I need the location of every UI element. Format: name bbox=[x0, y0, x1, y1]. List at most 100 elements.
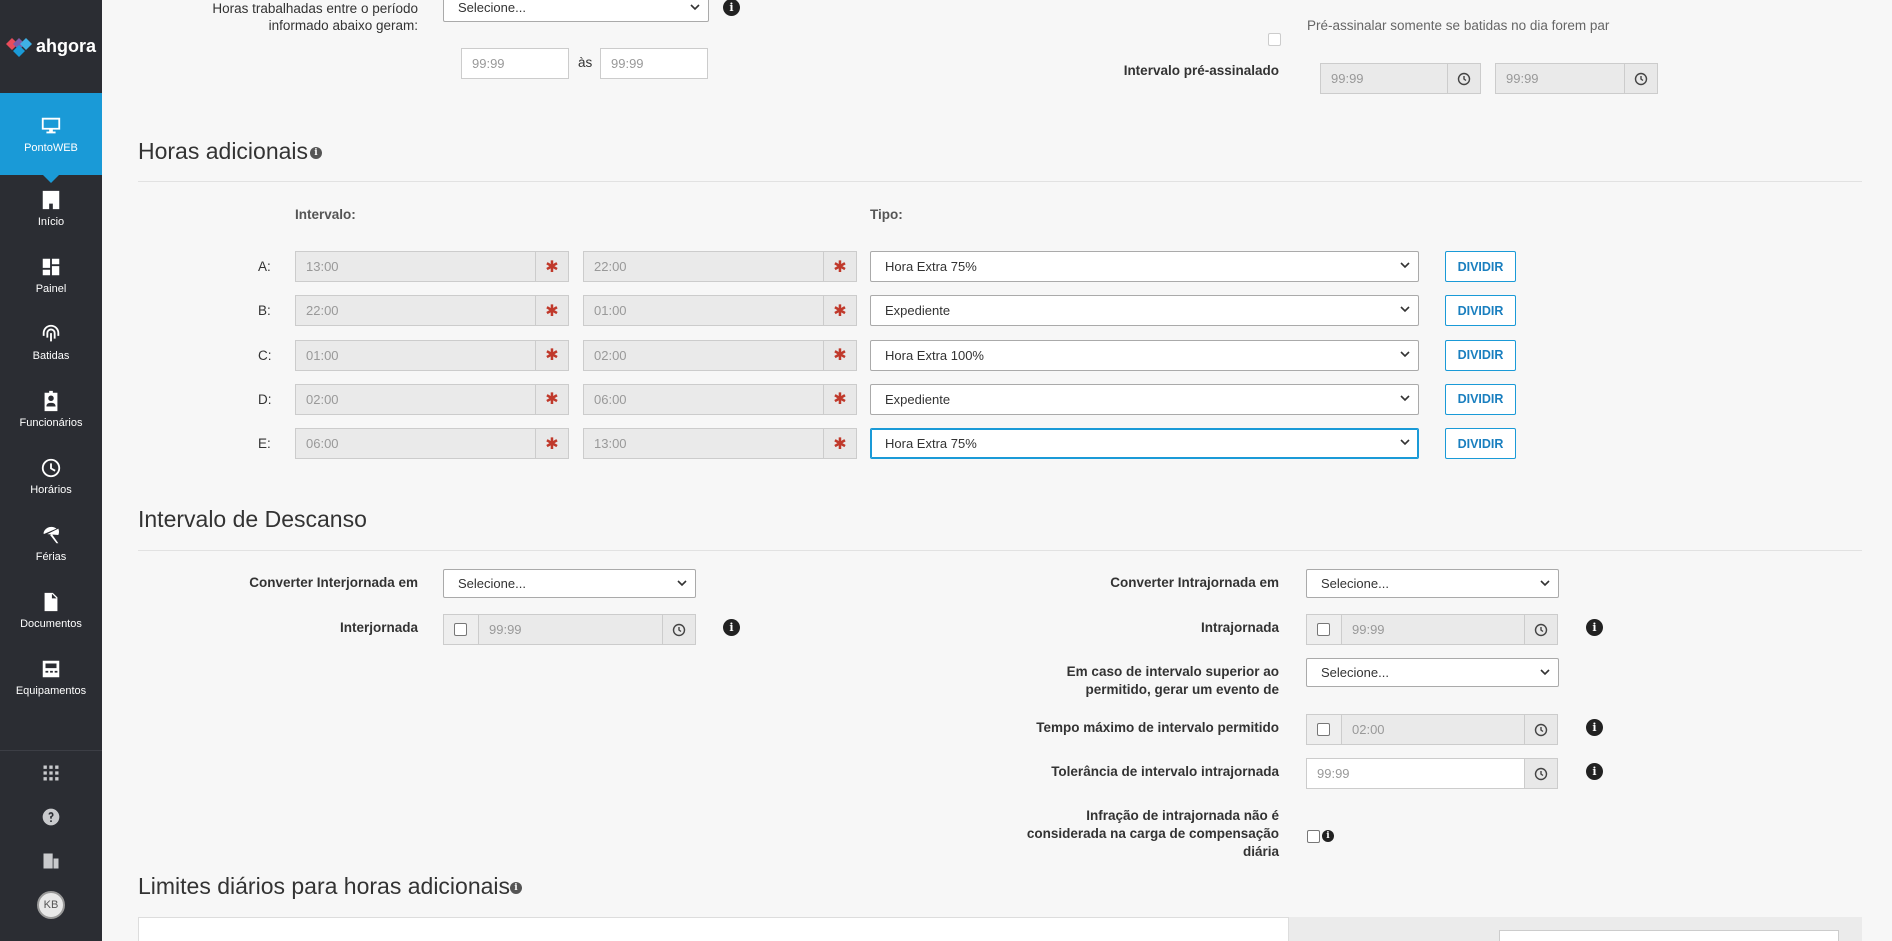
label-line: permitido, gerar um evento de bbox=[1085, 682, 1279, 697]
help-button[interactable] bbox=[0, 795, 102, 839]
info-icon[interactable]: i bbox=[723, 0, 740, 16]
presign-from-input[interactable]: 99:99 bbox=[1320, 63, 1448, 94]
interval-start-input[interactable]: 02:00 bbox=[295, 383, 536, 415]
info-icon[interactable]: i bbox=[1586, 619, 1603, 636]
tolerancia-clock[interactable] bbox=[1524, 758, 1558, 789]
tipo-select[interactable]: Hora Extra 75% bbox=[870, 428, 1419, 460]
sidebar-item-batidas[interactable]: Batidas bbox=[0, 309, 102, 376]
input-value: 22:00 bbox=[306, 303, 339, 319]
worked-from-input[interactable]: 99:99 bbox=[461, 48, 569, 79]
row-letter: D: bbox=[258, 391, 272, 407]
beach-umbrella-icon bbox=[43, 526, 59, 544]
interval-end-input[interactable]: 13:00 bbox=[583, 428, 824, 460]
sidebar-item-ferias[interactable]: Férias bbox=[0, 510, 102, 577]
clock-icon bbox=[1634, 72, 1648, 85]
dividir-button[interactable]: DIVIDIR bbox=[1445, 295, 1516, 327]
tipo-select[interactable]: Expediente bbox=[870, 295, 1419, 327]
dividir-button[interactable]: DIVIDIR bbox=[1445, 251, 1516, 282]
input-value: 06:00 bbox=[594, 391, 627, 407]
select-value: Hora Extra 75% bbox=[885, 436, 977, 452]
sidebar-item-label: Equipamentos bbox=[15, 685, 87, 697]
select-value: Selecione... bbox=[458, 576, 526, 591]
chevron-down-icon bbox=[1400, 262, 1410, 269]
interval-start-input[interactable]: 13:00 bbox=[295, 251, 536, 282]
info-icon[interactable]: i bbox=[723, 619, 740, 636]
info-icon[interactable]: i bbox=[1586, 719, 1603, 736]
select-value: Selecione... bbox=[1321, 665, 1389, 680]
sidebar-item-painel[interactable]: Painel bbox=[0, 242, 102, 309]
interval-end-input[interactable]: 22:00 bbox=[583, 251, 824, 282]
converter-intra-select[interactable]: Selecione... bbox=[1306, 569, 1559, 598]
tipo-select[interactable]: Hora Extra 75% bbox=[870, 251, 1419, 282]
row-letter: A: bbox=[258, 259, 271, 274]
sidebar-item-label: Funcionários bbox=[19, 417, 83, 429]
sidebar-item-label: Painel bbox=[35, 283, 67, 295]
presign-to-clock[interactable] bbox=[1624, 63, 1658, 94]
sidebar-item-equipamentos[interactable]: Equipamentos bbox=[0, 644, 102, 711]
device-icon bbox=[42, 660, 60, 678]
intrajornada-clock[interactable] bbox=[1524, 614, 1558, 645]
user-menu-button[interactable]: KB bbox=[0, 883, 102, 927]
sidebar-item-documentos[interactable]: Documentos bbox=[0, 577, 102, 644]
converter-inter-select[interactable]: Selecione... bbox=[443, 569, 696, 598]
interval-end-input[interactable]: 01:00 bbox=[583, 295, 824, 327]
select-value: Expediente bbox=[885, 303, 951, 319]
tempo-max-clock[interactable] bbox=[1524, 714, 1558, 745]
tipo-select[interactable]: Hora Extra 100% bbox=[870, 339, 1419, 371]
chevron-down-icon bbox=[1400, 395, 1410, 402]
col-intervalo: Intervalo: bbox=[295, 207, 356, 222]
apps-grid-button[interactable] bbox=[0, 751, 102, 795]
tempo-max-input[interactable]: 02:00 bbox=[1341, 714, 1525, 745]
interval-start-input[interactable]: 22:00 bbox=[295, 295, 536, 327]
row-letter: B: bbox=[258, 303, 271, 319]
sidebar-item-pontoweb[interactable]: PontoWEB bbox=[0, 93, 102, 183]
required-icon: ✱ bbox=[833, 347, 847, 365]
tempo-max-label: Tempo máximo de intervalo permitido bbox=[1036, 720, 1279, 735]
input-placeholder: 99:99 bbox=[472, 56, 505, 71]
interval-end-input[interactable]: 06:00 bbox=[583, 383, 824, 415]
label-line: diária bbox=[1242, 844, 1279, 859]
interjornada-input[interactable]: 99:99 bbox=[478, 614, 663, 645]
info-icon[interactable]: i bbox=[1586, 763, 1603, 780]
company-button[interactable] bbox=[0, 839, 102, 883]
info-icon[interactable]: i bbox=[510, 882, 522, 894]
worked-to-input[interactable]: 99:99 bbox=[600, 48, 708, 79]
sidebar-item-horarios[interactable]: Horários bbox=[0, 443, 102, 510]
limites-input[interactable] bbox=[1499, 930, 1839, 941]
interjornada-checkbox-addon bbox=[443, 614, 479, 645]
intrajornada-checkbox[interactable] bbox=[1317, 623, 1330, 636]
required-icon: ✱ bbox=[545, 435, 559, 453]
dividir-button[interactable]: DIVIDIR bbox=[1445, 339, 1516, 371]
presign-from-clock[interactable] bbox=[1447, 63, 1481, 94]
superior-select[interactable]: Selecione... bbox=[1306, 658, 1559, 687]
converter-intra-label: Converter Intrajornada em bbox=[1110, 575, 1279, 590]
tipo-select[interactable]: Expediente bbox=[870, 383, 1419, 415]
interval-end-input[interactable]: 02:00 bbox=[583, 339, 824, 371]
sidebar-item-inicio[interactable]: Início bbox=[0, 175, 102, 242]
tolerancia-input[interactable]: 99:99 bbox=[1306, 758, 1525, 789]
presign-to-input[interactable]: 99:99 bbox=[1495, 63, 1625, 94]
dividir-button[interactable]: DIVIDIR bbox=[1445, 383, 1516, 415]
tempo-max-checkbox[interactable] bbox=[1317, 723, 1330, 736]
worked-hours-select[interactable]: Selecione... bbox=[443, 0, 709, 22]
horas-adicionais-title: Horas adicionais bbox=[138, 138, 308, 165]
sidebar-item-funcionarios[interactable]: Funcionários bbox=[0, 376, 102, 443]
clock-icon bbox=[672, 623, 686, 636]
intrajornada-input[interactable]: 99:99 bbox=[1341, 614, 1525, 645]
infracao-checkbox[interactable] bbox=[1307, 830, 1320, 843]
dividir-button[interactable]: DIVIDIR bbox=[1445, 428, 1516, 460]
interval-start-input[interactable]: 06:00 bbox=[295, 428, 536, 460]
chevron-down-icon bbox=[1400, 306, 1410, 313]
brand-logo[interactable]: ahgora bbox=[0, 0, 102, 93]
monitor-icon bbox=[41, 117, 61, 133]
info-icon[interactable]: i bbox=[1322, 830, 1334, 842]
info-icon[interactable]: i bbox=[310, 147, 322, 159]
presign-checkbox[interactable] bbox=[1268, 33, 1281, 46]
interjornada-clock[interactable] bbox=[662, 614, 696, 645]
row-letter: C: bbox=[258, 347, 272, 363]
sidebar-item-label: PontoWEB bbox=[24, 141, 78, 154]
clock-icon bbox=[1457, 72, 1471, 85]
intrajornada-checkbox-addon bbox=[1306, 614, 1342, 645]
interjornada-checkbox[interactable] bbox=[454, 623, 467, 636]
interval-start-input[interactable]: 01:00 bbox=[295, 339, 536, 371]
